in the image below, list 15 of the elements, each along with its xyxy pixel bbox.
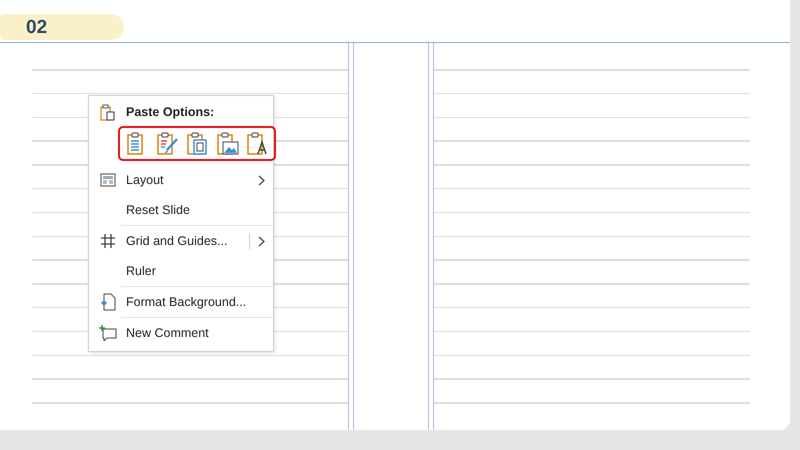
grid-icon xyxy=(100,233,116,249)
menu-item[interactable]: Layout xyxy=(89,165,273,195)
menu-item[interactable]: Ruler xyxy=(89,256,273,286)
menu-item[interactable]: New Comment xyxy=(89,318,273,348)
menu-item[interactable]: Reset Slide xyxy=(89,195,273,225)
clipboard-picture-icon[interactable] xyxy=(216,131,240,156)
clipboard-brush-icon[interactable] xyxy=(156,131,180,156)
page-paint-icon xyxy=(100,293,116,311)
menu-heading: Paste Options: xyxy=(126,105,214,119)
menu-item[interactable]: Grid and Guides... xyxy=(89,226,273,256)
menu-item[interactable]: Format Background... xyxy=(89,287,273,317)
paste-icon xyxy=(100,104,116,120)
comment-add-icon xyxy=(98,325,116,341)
layout-icon xyxy=(100,173,116,187)
slide-number: 02 xyxy=(26,17,48,40)
